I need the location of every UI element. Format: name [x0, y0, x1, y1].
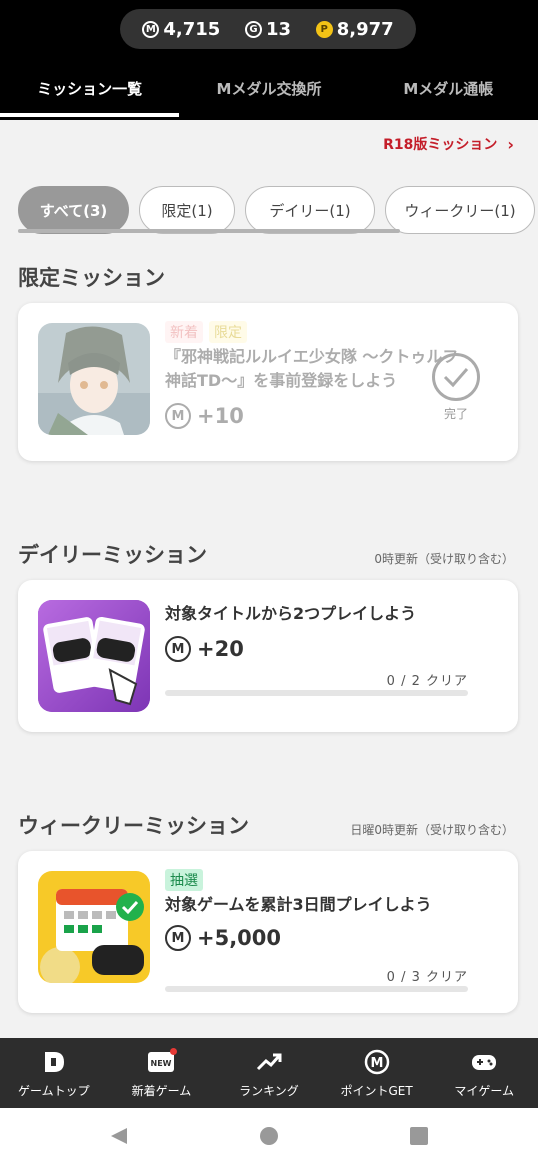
tab-medal-exchange[interactable]: Mメダル交換所	[179, 62, 358, 120]
nav-point-get-label: ポイントGET	[340, 1084, 413, 1098]
ranking-icon	[256, 1050, 282, 1074]
bottom-navigation: ゲームトップ NEW 新着ゲーム ランキング M ポイントGET マイゲーム	[0, 1038, 538, 1108]
weekly-progress-text: 0 / 3 クリア	[386, 970, 468, 985]
nav-my-games-label: マイゲーム	[454, 1084, 514, 1098]
limited-section-title: 限定ミッション	[18, 266, 165, 290]
weekly-update-note: 日曜0時更新（受け取り含む）	[350, 823, 514, 837]
completed-label: 完了	[443, 407, 468, 421]
check-icon	[432, 353, 480, 401]
limited-mission-title: 『邪神戦記ルルイエ少女隊 〜クトゥルフ神話TD〜』を事前登録をしよう	[165, 347, 459, 390]
filter-all[interactable]: すべて(3)	[18, 186, 129, 234]
tab-mission-list[interactable]: ミッション一覧	[0, 62, 180, 120]
filter-chips: すべて(3) 限定(1) デイリー(1) ウィークリー(1)	[18, 186, 535, 234]
daily-mission-reward: +20	[197, 637, 244, 661]
new-badge: 新着	[165, 321, 203, 343]
weekly-progress-bar	[165, 986, 468, 992]
filter-daily[interactable]: デイリー(1)	[245, 186, 375, 234]
chevron-right-icon: ›	[507, 134, 514, 154]
nav-game-top-label: ゲームトップ	[17, 1084, 90, 1098]
r18-missions-link[interactable]: R18版ミッション ›	[383, 134, 514, 154]
weekly-mission-reward: +5,000	[197, 926, 282, 950]
lottery-badge: 抽選	[165, 869, 203, 891]
home-icon[interactable]	[259, 1126, 279, 1150]
daily-section-title: デイリーミッション	[18, 543, 207, 567]
game-top-icon	[41, 1050, 67, 1074]
m-medal-icon: M	[165, 925, 191, 951]
p-point-value: 8,977	[336, 18, 394, 40]
nav-ranking-label: ランキング	[239, 1084, 299, 1098]
svg-text:M: M	[370, 1056, 383, 1071]
nav-new-games[interactable]: NEW 新着ゲーム	[108, 1038, 216, 1108]
weekly-section-title: ウィークリーミッション	[18, 814, 249, 838]
limited-mission-reward: +10	[197, 404, 244, 428]
g-coin-icon: G	[244, 20, 262, 38]
daily-mission-content: 対象タイトルから2つプレイしよう M +20	[165, 598, 502, 662]
nav-my-games[interactable]: マイゲーム	[430, 1038, 538, 1108]
nav-point-get[interactable]: M ポイントGET	[323, 1038, 431, 1108]
tab-bar: ミッション一覧 Mメダル交換所 Mメダル通帳	[0, 62, 538, 120]
weekly-mission-content: 抽選 対象ゲームを累計3日間プレイしよう M +5,000	[165, 869, 502, 951]
filter-weekly[interactable]: ウィークリー(1)	[385, 186, 535, 234]
m-medal-value: 4,715	[163, 18, 221, 40]
limited-mission-thumbnail	[38, 323, 150, 435]
weekly-mission-title: 対象ゲームを累計3日間プレイしよう	[165, 895, 432, 914]
daily-mission-thumbnail	[38, 600, 150, 712]
system-navigation-bar	[0, 1108, 538, 1168]
m-medal-icon: M	[165, 403, 191, 429]
limited-badge: 限定	[209, 321, 247, 343]
daily-mission-title: 対象タイトルから2つプレイしよう	[165, 604, 417, 623]
p-point-icon: P	[315, 20, 333, 38]
nav-game-top[interactable]: ゲームトップ	[0, 1038, 108, 1108]
daily-progress-text: 0 / 2 クリア	[386, 674, 468, 689]
daily-mission-card[interactable]: 対象タイトルから2つプレイしよう M +20 0 / 2 クリア	[18, 580, 518, 732]
back-icon[interactable]	[109, 1126, 129, 1150]
g-coin-balance: G 13	[244, 18, 292, 40]
tab-medal-passbook[interactable]: Mメダル通帳	[359, 62, 538, 120]
daily-progress-bar	[165, 690, 468, 696]
m-medal-icon: M	[165, 636, 191, 662]
weekly-mission-thumbnail	[38, 871, 150, 983]
chip-scrollbar[interactable]	[18, 229, 400, 233]
balance-pill[interactable]: M 4,715 G 13 P 8,977	[120, 9, 416, 49]
notification-dot	[169, 1048, 177, 1055]
my-games-icon	[471, 1050, 497, 1074]
top-header: M 4,715 G 13 P 8,977 ミッション一覧 Mメダル交換所 Mメダ…	[0, 0, 538, 120]
svg-text:NEW: NEW	[151, 1059, 172, 1068]
limited-mission-card[interactable]: 新着 限定 『邪神戦記ルルイエ少女隊 〜クトゥルフ神話TD〜』を事前登録をしよう…	[18, 303, 518, 461]
nav-ranking[interactable]: ランキング	[215, 1038, 323, 1108]
g-coin-value: 13	[265, 18, 292, 40]
r18-link-label: R18版ミッション	[383, 137, 498, 153]
weekly-mission-card[interactable]: 抽選 対象ゲームを累計3日間プレイしよう M +5,000 0 / 3 クリア	[18, 851, 518, 1013]
filter-limited[interactable]: 限定(1)	[139, 186, 235, 234]
recents-icon[interactable]	[409, 1126, 429, 1150]
daily-update-note: 0時更新（受け取り含む）	[374, 552, 514, 566]
m-medal-balance: M 4,715	[142, 19, 220, 40]
point-get-icon: M	[364, 1049, 390, 1075]
m-medal-icon: M	[142, 20, 160, 38]
nav-new-games-label: 新着ゲーム	[131, 1084, 192, 1098]
p-point-balance: P 8,977	[315, 18, 394, 40]
completed-status: 完了	[432, 353, 480, 422]
